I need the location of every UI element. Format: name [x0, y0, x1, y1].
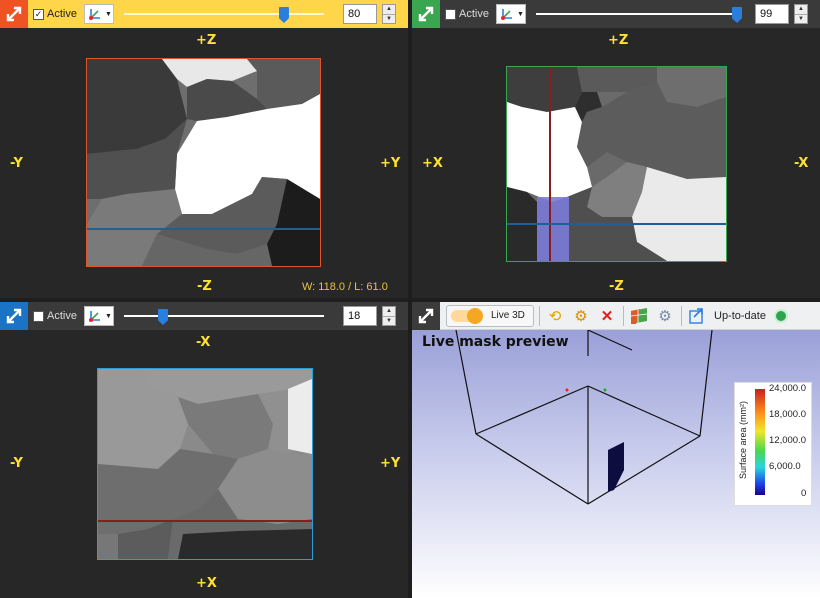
axis-label-bottom: +X	[196, 576, 217, 591]
mesh-icon[interactable]	[628, 305, 650, 327]
active-checkbox[interactable]: ✓ Active	[33, 8, 77, 20]
mesh-settings-icon[interactable]: ⚙	[654, 305, 676, 327]
slice-number-input[interactable]: 18	[343, 306, 377, 326]
viewport-3d[interactable]: Live 3D ⟲ ⚙ ✕ ⚙ Up-to-date Live mask pre…	[412, 302, 820, 598]
refresh-icon[interactable]: ⟲	[544, 305, 566, 327]
delete-x-icon[interactable]: ✕	[596, 305, 618, 327]
axis-label-right: -X	[794, 156, 809, 171]
axis-selector-dropdown[interactable]: ▼	[83, 4, 114, 24]
active-label: Active	[47, 310, 77, 322]
slider-track	[123, 315, 324, 317]
viewport-toolbar: Active ▼ 99 ▲ ▼	[412, 0, 820, 28]
axis-label-top: +Z	[608, 33, 629, 48]
maximize-arrows-icon	[6, 6, 22, 22]
live-3d-toggle[interactable]: Live 3D	[446, 304, 534, 327]
legend-tick: 12,000.0	[769, 435, 806, 446]
axis-orientation-icon	[500, 9, 512, 20]
chevron-down-icon: ▼	[104, 10, 112, 18]
toggle-switch[interactable]	[451, 307, 487, 324]
axis-label-right: +Y	[380, 156, 401, 171]
slider-track	[535, 13, 742, 15]
checkbox-unchecked	[445, 8, 456, 20]
viewport-top-left[interactable]: ✓ Active ▼ 80 ▲ ▼ +Z -Z -Y +Y W: 118.0 / …	[0, 0, 408, 298]
color-legend: Surface area (mm²) 24,000.0 18,000.0 12,…	[734, 382, 812, 506]
viewport-title: Live mask preview	[422, 334, 569, 350]
slice-slider[interactable]	[535, 4, 742, 24]
legend-tick: 6,000.0	[769, 461, 801, 472]
slice-slider[interactable]	[123, 4, 324, 24]
viewport-3d-toolbar: Live 3D ⟲ ⚙ ✕ ⚙ Up-to-date	[412, 302, 820, 330]
slider-track	[123, 13, 324, 15]
maximize-button[interactable]	[412, 0, 440, 28]
axis-label-top: -X	[196, 335, 211, 350]
slice-image[interactable]	[97, 368, 313, 560]
slice-slider[interactable]	[123, 306, 324, 326]
slice-number-input[interactable]: 99	[755, 4, 789, 24]
status-text: Up-to-date	[714, 309, 766, 322]
settings-icon[interactable]: ⚙	[570, 305, 592, 327]
viewport-toolbar: Active ▼ 18 ▲ ▼	[0, 302, 408, 330]
spin-down-icon[interactable]: ▼	[383, 13, 395, 24]
checkbox-unchecked	[33, 310, 44, 322]
maximize-button[interactable]	[412, 302, 440, 330]
status-indicator	[773, 308, 788, 323]
active-checkbox[interactable]: Active	[445, 8, 489, 20]
spin-up-icon[interactable]: ▲	[383, 5, 395, 14]
axis-selector-dropdown[interactable]: ▼	[495, 4, 526, 24]
spin-up-icon[interactable]: ▲	[795, 5, 807, 14]
axis-label-left: +X	[422, 156, 443, 171]
legend-color-bar	[755, 389, 765, 495]
maximize-button[interactable]	[0, 302, 28, 330]
3d-render-area[interactable]: Live mask preview Surface area (mm²) 24,…	[412, 330, 820, 598]
maximize-button[interactable]	[0, 0, 28, 28]
slider-thumb[interactable]	[157, 309, 168, 325]
active-label: Active	[459, 8, 489, 20]
legend-tick: 18,000.0	[769, 409, 806, 420]
axis-selector-dropdown[interactable]: ▼	[83, 306, 114, 326]
axis-label-bottom: -Z	[609, 279, 624, 294]
slice-image[interactable]	[506, 66, 727, 262]
axis-orientation-icon	[88, 9, 100, 20]
active-label: Active	[47, 8, 77, 20]
slice-image[interactable]	[86, 58, 321, 267]
chevron-down-icon: ▼	[516, 10, 524, 18]
toolbar-separator	[539, 305, 540, 326]
slice-number-input[interactable]: 80	[343, 4, 377, 24]
window-level-readout: W: 118.0 / L: 61.0	[302, 281, 388, 293]
spin-down-icon[interactable]: ▼	[383, 315, 395, 326]
live-3d-label: Live 3D	[491, 310, 525, 321]
slice-spinner[interactable]: ▲ ▼	[794, 4, 808, 24]
slider-thumb[interactable]	[278, 7, 289, 23]
toolbar-separator	[681, 305, 682, 326]
axis-label-left: -Y	[10, 156, 23, 171]
axis-orientation-icon	[88, 311, 100, 322]
legend-title: Surface area (mm²)	[738, 400, 748, 480]
axis-label-top: +Z	[196, 33, 217, 48]
active-checkbox[interactable]: Active	[33, 310, 77, 322]
checkbox-checked: ✓	[33, 8, 44, 20]
viewport-top-right[interactable]: Active ▼ 99 ▲ ▼ +Z -Z +X -X	[412, 0, 820, 298]
slice-spinner[interactable]: ▲ ▼	[382, 306, 396, 326]
legend-tick: 0	[801, 488, 807, 499]
slice-spinner[interactable]: ▲ ▼	[382, 4, 396, 24]
slider-thumb[interactable]	[731, 7, 742, 23]
export-icon[interactable]	[686, 305, 708, 327]
viewport-toolbar: ✓ Active ▼ 80 ▲ ▼	[0, 0, 408, 28]
viewport-bottom-left[interactable]: Active ▼ 18 ▲ ▼ -X +X -Y +Y	[0, 302, 408, 598]
maximize-arrows-icon	[418, 308, 434, 323]
maximize-arrows-icon	[6, 308, 22, 324]
axis-label-bottom: -Z	[197, 279, 212, 294]
legend-tick: 24,000.0	[769, 383, 806, 394]
maximize-arrows-icon	[418, 6, 434, 22]
chevron-down-icon: ▼	[104, 312, 112, 320]
spin-up-icon[interactable]: ▲	[383, 307, 395, 316]
axis-label-right: +Y	[380, 456, 401, 471]
spin-down-icon[interactable]: ▼	[795, 13, 807, 24]
toolbar-separator	[623, 305, 624, 326]
axis-label-left: -Y	[10, 456, 23, 471]
